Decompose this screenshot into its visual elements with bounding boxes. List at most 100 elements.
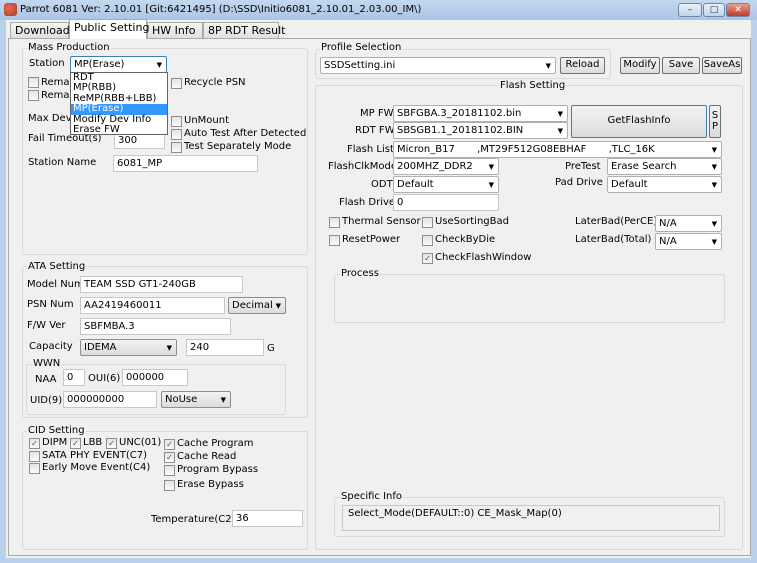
station-select[interactable]: MP(Erase) ▼ [70,56,167,73]
rdt-fw-value: SBSGB1.1_20181102.BIN [397,125,524,136]
chevron-down-icon: ▼ [711,146,717,154]
psn-format-select[interactable]: Decimal ▼ [228,297,286,314]
odt-select[interactable]: Default ▼ [393,176,499,193]
use-sorting-bad-checkbox[interactable] [422,217,433,228]
temperature-input[interactable]: 36 [232,510,303,527]
station-option-mp-erase[interactable]: MP(Erase) [71,103,167,115]
uid-label: UID(9) [30,395,63,406]
check-by-die-checkbox[interactable] [422,235,433,246]
get-flash-info-button[interactable]: GetFlashInfo [571,105,707,138]
station-name-input[interactable]: 6081_MP [113,155,258,172]
unc-checkbox[interactable]: ✓ [106,438,117,449]
chevron-down-icon: ▼ [156,61,162,69]
psn-format-value: Decimal [232,300,273,311]
pad-drive-select[interactable]: Default ▼ [607,176,722,193]
tab-8p-rdt-result[interactable]: 8P RDT Result [203,22,285,39]
uid-mode-value: NoUse [165,394,198,405]
station-value: MP(Erase) [74,59,125,70]
pretest-label: PreTest [565,161,601,172]
cache-read-checkbox[interactable]: ✓ [164,452,175,463]
station-dropdown-list: RDT MP(RBB) ReMP(RBB+LBB) MP(Erase) Modi… [70,72,168,135]
cache-read-label: Cache Read [177,451,237,462]
tab-hw-info[interactable]: HW Info [147,22,203,39]
pad-drive-value: Default [611,179,648,190]
oui-label: OUI(6) [88,373,121,384]
specific-info-title: Specific Info [340,491,404,502]
erase-bypass-checkbox[interactable] [164,480,175,491]
cache-program-label: Cache Program [177,438,254,449]
fw-ver-input[interactable]: SBFMBA.3 [80,318,231,335]
cache-program-checkbox[interactable]: ✓ [164,439,175,450]
max-device-label: Max Devi [28,113,75,124]
uid-mode-select[interactable]: NoUse ▼ [161,391,231,408]
sp-button[interactable]: S P [709,105,721,138]
pretest-select[interactable]: Erase Search ▼ [607,158,722,175]
laterbad-total-select[interactable]: N/A ▼ [655,233,722,250]
capacity-label: Capacity [29,341,73,352]
early-move-checkbox[interactable] [29,463,40,474]
tab-public-setting[interactable]: Public Setting [69,19,149,39]
pad-drive-label: Pad Drive [555,177,603,188]
dipm-checkbox[interactable]: ✓ [29,438,40,449]
minimize-button[interactable]: – [678,3,702,17]
check-flash-window-checkbox[interactable]: ✓ [422,253,433,264]
flash-clk-mode-value: 200MHZ_DDR2 [397,161,473,172]
laterbad-total-value: N/A [659,236,677,247]
flash-drive-label: Flash Drive [339,197,396,208]
recycle-psn-label: Recycle PSN [184,77,246,88]
flash-clk-mode-select[interactable]: 200MHZ_DDR2 ▼ [393,158,499,175]
profile-selection-title: Profile Selection [320,42,403,53]
flash-drive-input[interactable]: 0 [393,194,499,211]
flash-list-select[interactable]: Micron_B17 ,MT29F512G08EBHAF ,TLC_16K ▼ [393,141,722,158]
save-button[interactable]: Save [662,57,700,74]
laterbad-perce-select[interactable]: N/A ▼ [655,215,722,232]
uid-input[interactable]: 000000000 [63,391,157,408]
profile-select[interactable]: SSDSetting.ini ▼ [320,57,556,74]
remain2-checkbox[interactable] [28,90,39,101]
chevron-down-icon: ▼ [557,127,563,135]
check-flash-window-label: CheckFlashWindow [435,252,532,263]
thermal-sensor-checkbox[interactable] [329,217,340,228]
flash-clk-mode-label: FlashClkMode [328,161,398,172]
laterbad-perce-label: LaterBad(PerCE) [575,216,658,227]
psn-num-label: PSN Num [27,299,74,310]
close-button[interactable]: ✕ [726,3,750,17]
maximize-button[interactable]: □ [703,3,725,17]
recycle-psn-checkbox[interactable] [171,78,182,89]
dipm-label: DIPM [42,437,68,448]
mp-fw-select[interactable]: SBFGBA.3_20181102.bin ▼ [393,105,568,122]
remain1-checkbox[interactable] [28,77,39,88]
auto-test-checkbox[interactable] [171,129,182,140]
oui-input[interactable]: 000000 [122,369,188,386]
use-sorting-bad-label: UseSortingBad [435,216,509,227]
erase-bypass-label: Erase Bypass [177,479,244,490]
model-num-input[interactable]: TEAM SSD GT1-240GB [80,276,243,293]
sata-phy-label: SATA PHY EVENT(C7) [42,450,147,461]
remain1-label: Remai [41,77,73,88]
modify-button[interactable]: Modify [620,57,660,74]
reload-button[interactable]: Reload [560,57,605,74]
remain2-label: Remai [41,90,73,101]
psn-num-input[interactable]: AA2419460011 [80,297,225,314]
odt-value: Default [397,179,434,190]
chevron-down-icon: ▼ [557,110,563,118]
program-bypass-checkbox[interactable] [164,465,175,476]
unmount-checkbox[interactable] [171,116,182,127]
tab-download[interactable]: Download [10,22,70,39]
test-separately-checkbox[interactable] [171,142,182,153]
sata-phy-checkbox[interactable] [29,451,40,462]
chevron-down-icon: ▼ [711,181,717,189]
fw-ver-label: F/W Ver [27,320,66,331]
lbb-checkbox[interactable]: ✓ [70,438,81,449]
saveas-button[interactable]: SaveAs [702,57,742,74]
rdt-fw-select[interactable]: SBSGB1.1_20181102.BIN ▼ [393,122,568,139]
capacity-mode-select[interactable]: IDEMA ▼ [80,339,177,356]
station-name-label: Station Name [28,157,97,168]
station-option-erase-fw[interactable]: Erase FW [71,124,167,135]
naa-input[interactable]: 0 [63,369,85,386]
reset-power-checkbox[interactable] [329,235,340,246]
rdt-fw-label: RDT FW [355,125,395,136]
capacity-input[interactable]: 240 [186,339,264,356]
program-bypass-label: Program Bypass [177,464,259,475]
auto-test-label: Auto Test After Detected [184,128,307,139]
